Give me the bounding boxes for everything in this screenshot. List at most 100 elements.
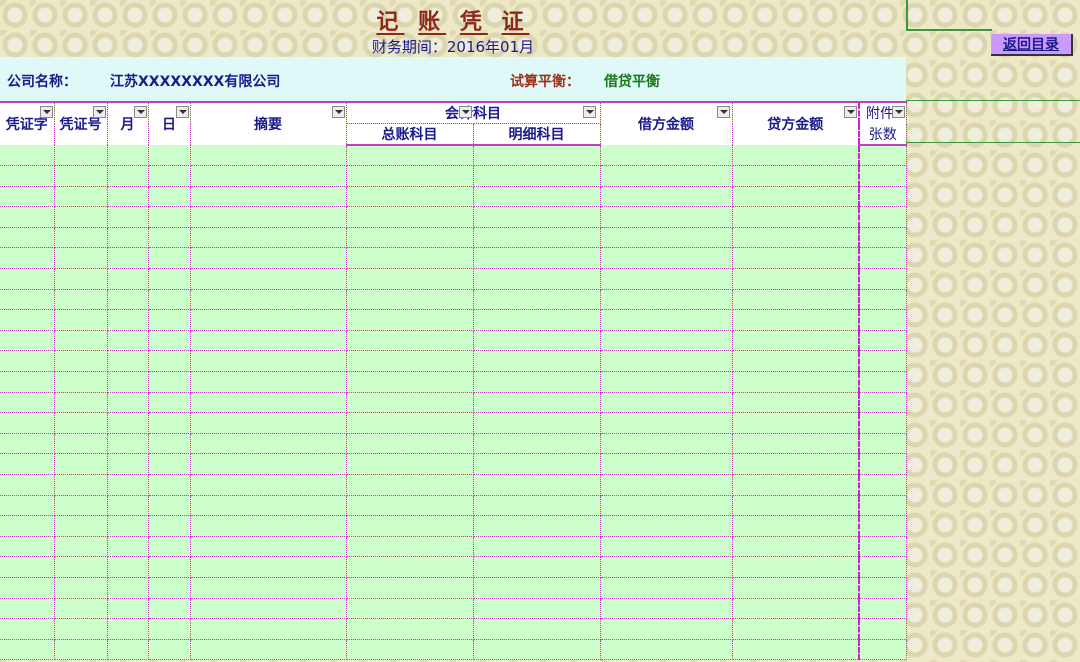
- col-detail-account[interactable]: 明细科目: [473, 123, 601, 146]
- table-cell[interactable]: [473, 412, 601, 434]
- table-cell[interactable]: [107, 165, 149, 187]
- table-cell[interactable]: [858, 186, 907, 208]
- table-cell[interactable]: [473, 268, 601, 290]
- filter-dropdown-icon[interactable]: [331, 106, 345, 118]
- table-cell[interactable]: [190, 598, 347, 620]
- table-cell[interactable]: [600, 371, 733, 393]
- table-cell[interactable]: [0, 536, 55, 558]
- table-cell[interactable]: [148, 330, 191, 352]
- filter-dropdown-icon[interactable]: [582, 106, 596, 118]
- table-cell[interactable]: [0, 350, 55, 373]
- table-cell[interactable]: [0, 289, 55, 311]
- table-cell[interactable]: [473, 515, 601, 537]
- table-cell[interactable]: [0, 309, 55, 331]
- table-cell[interactable]: [600, 433, 733, 455]
- filter-dropdown-icon[interactable]: [891, 106, 905, 118]
- table-cell[interactable]: [107, 639, 149, 661]
- table-cell[interactable]: [0, 268, 55, 290]
- table-cell[interactable]: [54, 474, 108, 496]
- table-cell[interactable]: [732, 598, 860, 620]
- table-cell[interactable]: [346, 206, 474, 228]
- table-cell[interactable]: [473, 247, 601, 270]
- table-cell[interactable]: [473, 433, 601, 455]
- table-cell[interactable]: [0, 495, 55, 517]
- table-cell[interactable]: [190, 247, 347, 270]
- table-cell[interactable]: [0, 206, 55, 228]
- table-cell[interactable]: [732, 268, 860, 290]
- table-cell[interactable]: [0, 474, 55, 496]
- filter-dropdown-icon[interactable]: [92, 106, 106, 118]
- table-cell[interactable]: [54, 330, 108, 352]
- col-credit[interactable]: 贷方金额: [732, 101, 860, 145]
- table-cell[interactable]: [732, 371, 860, 393]
- table-cell[interactable]: [600, 474, 733, 496]
- table-cell[interactable]: [858, 145, 907, 167]
- table-cell[interactable]: [107, 227, 149, 249]
- table-cell[interactable]: [732, 536, 860, 558]
- table-cell[interactable]: [600, 227, 733, 249]
- table-cell[interactable]: [54, 577, 108, 599]
- table-cell[interactable]: [190, 289, 347, 311]
- col-voucher-no[interactable]: 凭证号: [54, 101, 108, 145]
- table-cell[interactable]: [0, 639, 55, 661]
- table-cell[interactable]: [732, 453, 860, 475]
- table-cell[interactable]: [54, 165, 108, 187]
- table-cell[interactable]: [148, 618, 191, 640]
- table-cell[interactable]: [0, 598, 55, 620]
- table-cell[interactable]: [54, 247, 108, 270]
- table-cell[interactable]: [600, 186, 733, 208]
- table-cell[interactable]: [732, 618, 860, 640]
- table-cell[interactable]: [346, 453, 474, 475]
- table-cell[interactable]: [54, 289, 108, 311]
- table-cell[interactable]: [190, 227, 347, 249]
- table-cell[interactable]: [190, 268, 347, 290]
- table-cell[interactable]: [858, 474, 907, 496]
- table-cell[interactable]: [600, 453, 733, 475]
- table-cell[interactable]: [54, 453, 108, 475]
- table-cell[interactable]: [54, 309, 108, 331]
- table-cell[interactable]: [732, 330, 860, 352]
- table-cell[interactable]: [346, 433, 474, 455]
- col-day[interactable]: 日: [148, 101, 191, 145]
- table-cell[interactable]: [346, 145, 474, 167]
- filter-dropdown-icon[interactable]: [39, 106, 53, 118]
- table-cell[interactable]: [0, 186, 55, 208]
- table-cell[interactable]: [54, 556, 108, 578]
- table-cell[interactable]: [346, 289, 474, 311]
- table-cell[interactable]: [190, 392, 347, 414]
- table-cell[interactable]: [473, 536, 601, 558]
- table-cell[interactable]: [190, 639, 347, 661]
- table-cell[interactable]: [148, 371, 191, 393]
- table-cell[interactable]: [858, 556, 907, 578]
- table-cell[interactable]: [107, 453, 149, 475]
- col-debit[interactable]: 借方金额: [600, 101, 733, 145]
- table-cell[interactable]: [0, 453, 55, 475]
- table-cell[interactable]: [473, 598, 601, 620]
- table-cell[interactable]: [346, 227, 474, 249]
- return-to-index-button[interactable]: 返回目录: [991, 34, 1073, 56]
- col-summary[interactable]: 摘要: [190, 101, 347, 145]
- table-cell[interactable]: [190, 474, 347, 496]
- table-cell[interactable]: [107, 433, 149, 455]
- table-cell[interactable]: [473, 392, 601, 414]
- table-cell[interactable]: [0, 577, 55, 599]
- table-cell[interactable]: [107, 206, 149, 228]
- table-cell[interactable]: [473, 618, 601, 640]
- table-cell[interactable]: [732, 515, 860, 537]
- filter-dropdown-icon[interactable]: [458, 106, 472, 118]
- table-cell[interactable]: [54, 186, 108, 208]
- table-cell[interactable]: [473, 556, 601, 578]
- filter-dropdown-icon[interactable]: [175, 106, 189, 118]
- table-cell[interactable]: [107, 474, 149, 496]
- table-cell[interactable]: [190, 556, 347, 578]
- table-cell[interactable]: [473, 495, 601, 517]
- table-cell[interactable]: [346, 577, 474, 599]
- table-cell[interactable]: [473, 453, 601, 475]
- table-cell[interactable]: [858, 453, 907, 475]
- col-attachments[interactable]: 附件: [858, 101, 907, 124]
- table-cell[interactable]: [858, 495, 907, 517]
- table-cell[interactable]: [346, 618, 474, 640]
- table-cell[interactable]: [732, 145, 860, 167]
- table-cell[interactable]: [54, 371, 108, 393]
- table-cell[interactable]: [190, 618, 347, 640]
